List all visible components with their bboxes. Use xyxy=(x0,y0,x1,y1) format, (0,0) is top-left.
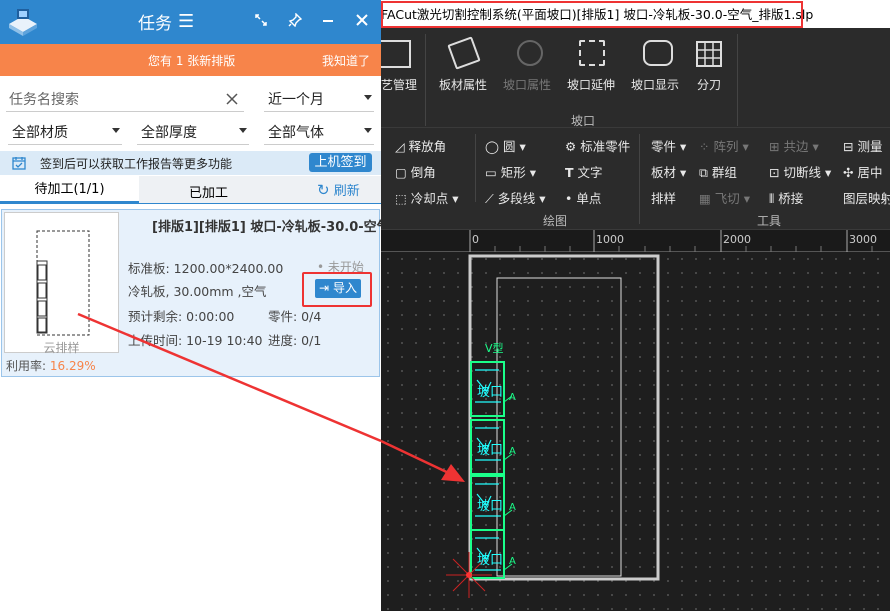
task-panel: 任务 ☰ 您有 1 张新排版 我知道了 任务名搜索 近一个月 全部材质 全部厚度… xyxy=(0,0,381,611)
annotation-arrow-left xyxy=(77,312,381,443)
cad-window: FACut激光切割控制系统(平面坡口)[排版1] 坡口-冷轧板-30.0-空气_… xyxy=(381,0,890,611)
annotation-arrow-right xyxy=(381,439,465,482)
